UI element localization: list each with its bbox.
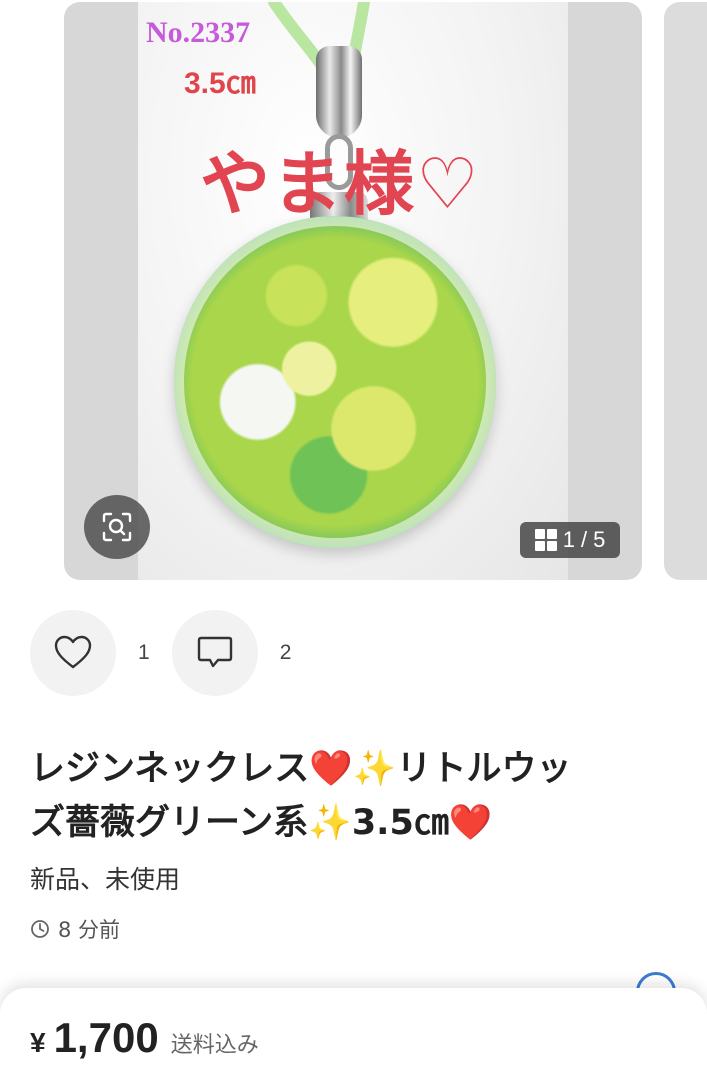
clock-icon	[31, 920, 49, 938]
overlay-item-number: No.2337	[146, 16, 251, 49]
price-amount: 1,700	[53, 1014, 159, 1061]
overlay-size-label: 3.5㎝	[184, 67, 256, 100]
overlay-buyer-label: やま様♡	[200, 143, 481, 225]
heart-icon	[54, 635, 92, 669]
currency-symbol: ¥	[30, 1027, 46, 1058]
resin-pendant	[174, 216, 496, 548]
product-image[interactable]: No.2337 3.5㎝ やま様♡	[64, 2, 642, 580]
like-count: 1	[138, 641, 150, 664]
posted-time-text: 8 分前	[58, 918, 121, 942]
comment-icon	[197, 636, 232, 668]
comment-count: 2	[279, 641, 292, 664]
zoom-scan-icon	[102, 512, 132, 542]
like-button[interactable]	[30, 610, 116, 696]
counter-total: 5	[593, 527, 606, 552]
item-title-line1: レジンネックレス❤️✨リトルウッ	[30, 749, 572, 789]
engagement-actions: 1 2	[30, 610, 313, 696]
counter-separator: /	[580, 527, 588, 552]
zoom-button[interactable]	[84, 495, 150, 559]
item-title: レジンネックレス❤️✨リトルウッ ズ薔薇グリーン系✨3.5㎝❤️	[30, 742, 680, 850]
comment-button[interactable]	[171, 610, 258, 696]
shipping-note: 送料込み	[170, 1033, 259, 1058]
counter-current: 1	[562, 527, 575, 552]
item-title-line2: ズ薔薇グリーン系✨3.5㎝❤️	[30, 803, 493, 843]
image-carousel[interactable]: No.2337 3.5㎝ やま様♡ 1 / 5	[0, 0, 707, 582]
pendant-bail	[316, 46, 362, 138]
image-counter[interactable]: 1 / 5	[520, 522, 620, 558]
item-condition: 新品、未使用	[30, 865, 181, 894]
posted-time: 8 分前	[30, 914, 120, 944]
next-image-peek[interactable]	[664, 2, 707, 580]
price-row: ¥ 1,700 送料込み	[30, 1014, 259, 1062]
grid-icon	[534, 529, 557, 551]
